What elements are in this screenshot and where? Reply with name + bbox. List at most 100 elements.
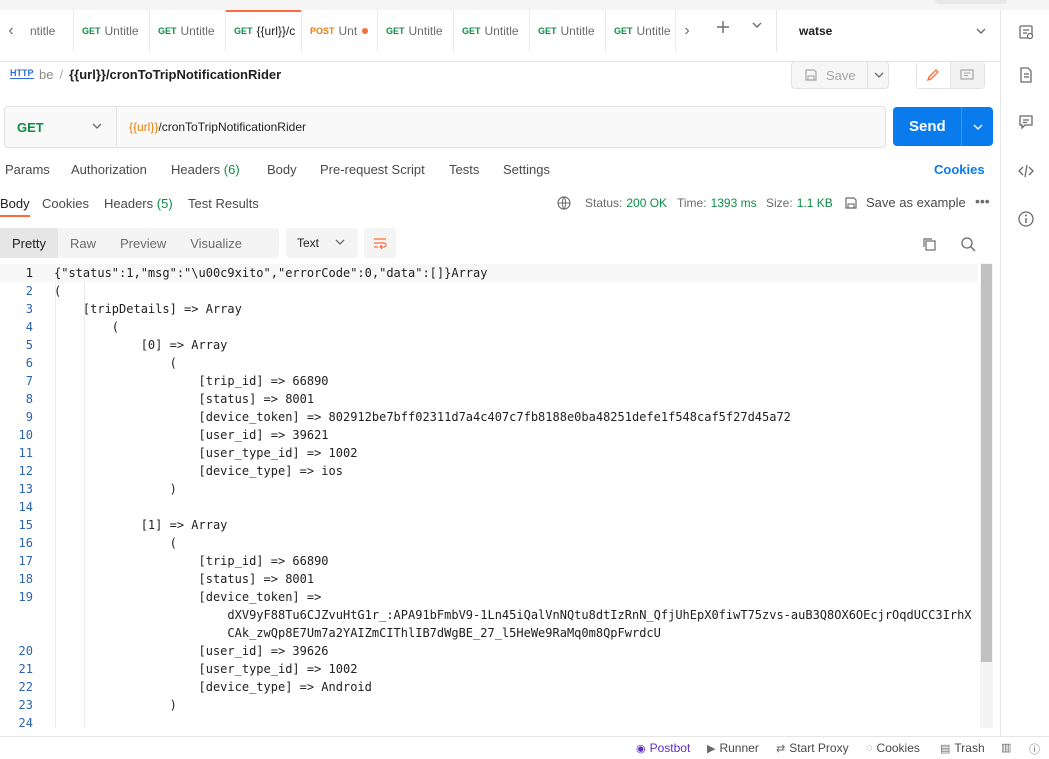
response-status[interactable]: Status: 200 OK <box>585 196 667 210</box>
tab-method: GET <box>82 26 101 36</box>
line-number: 2 <box>25 284 33 298</box>
code-line: 4 ( <box>0 318 978 336</box>
request-tab[interactable]: GET Untitle <box>150 10 226 52</box>
code-line: 21 [user_type_id] => 1002 <box>0 660 978 678</box>
breadcrumb-separator: / <box>59 67 64 82</box>
code-text: ( <box>54 536 177 550</box>
request-tab[interactable]: GET {{url}}/c <box>226 10 302 52</box>
line-number: 19 <box>18 590 33 604</box>
save-options-chevron-icon[interactable] <box>867 62 889 88</box>
line-number: 7 <box>25 374 33 388</box>
comment-mode-icon[interactable] <box>950 62 984 88</box>
trash-button[interactable]: ▤ Trash <box>940 741 985 755</box>
network-globe-icon[interactable] <box>556 195 572 211</box>
tab-authorization[interactable]: Authorization <box>71 162 147 177</box>
tabs-dropdown-chevron-icon[interactable] <box>750 18 764 32</box>
line-number: 16 <box>18 536 33 550</box>
comments-icon[interactable] <box>1016 112 1036 132</box>
tab-tests[interactable]: Tests <box>449 162 479 177</box>
help-icon[interactable]: ⓘ <box>1029 741 1040 757</box>
code-line: 15 [1] => Array <box>0 516 978 534</box>
request-tab[interactable]: GET Untitle <box>606 10 676 52</box>
code-snippet-icon[interactable] <box>1016 161 1036 181</box>
wrap-lines-icon[interactable] <box>364 228 396 258</box>
request-tab[interactable]: GET Untitle <box>74 10 150 52</box>
line-number: 23 <box>18 698 33 712</box>
window-top-strip <box>0 0 1049 10</box>
tabs-list: ntitle GET Untitle GET Untitle GET {{url}}/c PO… <box>22 10 676 52</box>
postbot-button[interactable]: ◉ Postbot <box>636 741 690 755</box>
save-as-example-button[interactable]: Save as example <box>844 195 966 210</box>
request-tab[interactable]: POST Unt <box>302 10 378 52</box>
view-mode-pretty[interactable]: Pretty <box>0 228 58 258</box>
tab-label: Untitle <box>560 24 595 38</box>
scrollbar-thumb[interactable] <box>981 264 992 662</box>
request-tab[interactable]: GET Untitle <box>378 10 454 52</box>
tab-settings[interactable]: Settings <box>503 162 550 177</box>
send-button-label: Send <box>909 118 946 135</box>
save-icon <box>805 69 817 81</box>
code-text: [user_id] => 39626 <box>54 644 329 658</box>
code-line: CAk_zwQp8E7Um7a2YAIZmCIThlIB7dWgBE_27_l5… <box>0 624 978 642</box>
method-selector[interactable]: GET <box>5 107 115 147</box>
tabs-scroll-left-icon[interactable]: ‹ <box>0 18 22 44</box>
documentation-icon[interactable] <box>1016 65 1036 85</box>
two-pane-icon[interactable]: ▥ <box>1001 741 1011 754</box>
time-value: 1393 ms <box>710 196 757 210</box>
cookies-link[interactable]: Cookies <box>934 162 985 177</box>
tab-params[interactable]: Params <box>5 162 50 177</box>
tab-label: Untitle <box>180 24 215 38</box>
environment-quick-look-icon[interactable] <box>1016 22 1036 42</box>
chevron-down-icon <box>974 24 988 41</box>
runner-icon: ▶ <box>707 742 716 755</box>
tab-body[interactable]: Body <box>267 162 297 177</box>
new-tab-icon[interactable] <box>714 18 732 36</box>
response-tab-headers[interactable]: Headers (5) <box>104 196 173 211</box>
line-number: 3 <box>25 302 33 316</box>
runner-button[interactable]: ▶ Runner <box>707 741 759 755</box>
response-tab-test-results[interactable]: Test Results <box>188 196 259 211</box>
line-number: 9 <box>25 410 33 424</box>
copy-icon[interactable] <box>919 234 939 254</box>
request-tab[interactable]: GET Untitle <box>454 10 530 52</box>
code-text: [tripDetails] => Array <box>54 302 242 316</box>
view-mode-preview[interactable]: Preview <box>108 228 178 258</box>
start-proxy-button[interactable]: ⇄ Start Proxy <box>776 741 849 755</box>
response-time[interactable]: Time: 1393 ms <box>677 196 757 210</box>
indent-guide <box>84 281 85 728</box>
response-tab-cookies[interactable]: Cookies <box>42 196 89 211</box>
response-size[interactable]: Size: 1.1 KB <box>766 196 833 210</box>
environment-selector[interactable]: watse <box>776 10 1000 52</box>
edit-mode-pencil-icon[interactable] <box>917 62 951 88</box>
line-number: 22 <box>18 680 33 694</box>
view-mode-visualize[interactable]: Visualize <box>178 228 254 258</box>
tab-headers[interactable]: Headers (6) <box>171 162 240 177</box>
line-number: 18 <box>18 572 33 586</box>
response-tab-body[interactable]: Body <box>0 196 30 217</box>
tab-method: GET <box>538 26 557 36</box>
view-mode-toggle <box>916 61 985 89</box>
breadcrumb-collection[interactable]: be <box>39 67 53 82</box>
response-body-editor[interactable]: 1 {"status":1,"msg":"\u00c9xito","errorCo… <box>0 263 993 728</box>
request-tab[interactable]: ntitle <box>22 10 74 52</box>
search-icon[interactable] <box>958 234 978 254</box>
code-text: ) <box>54 482 177 496</box>
line-number: 14 <box>18 500 33 514</box>
tab-label: Untitle <box>636 24 671 38</box>
url-input[interactable]: {{url}}/cronToTripNotificationRider <box>116 107 876 147</box>
info-icon[interactable] <box>1016 209 1036 229</box>
url-bar: GET {{url}}/cronToTripNotificationRider <box>4 106 886 148</box>
format-selector[interactable]: Text <box>286 228 358 258</box>
request-tab[interactable]: GET Untitle <box>530 10 606 52</box>
view-mode-raw[interactable]: Raw <box>58 228 108 258</box>
code-line: 14 <box>0 498 978 516</box>
tabs-scroll-right-icon[interactable]: › <box>676 18 698 44</box>
request-name[interactable]: {{url}}/cronToTripNotificationRider <box>69 67 281 82</box>
save-button[interactable]: Save <box>791 61 889 89</box>
send-options-chevron-icon[interactable] <box>961 107 993 146</box>
line-number: 21 <box>18 662 33 676</box>
more-options-icon[interactable]: ••• <box>975 193 990 209</box>
send-button[interactable]: Send <box>893 107 993 146</box>
cookies-button[interactable]: ◌ Cookies <box>866 741 920 755</box>
tab-pre-request-script[interactable]: Pre-request Script <box>320 162 425 177</box>
